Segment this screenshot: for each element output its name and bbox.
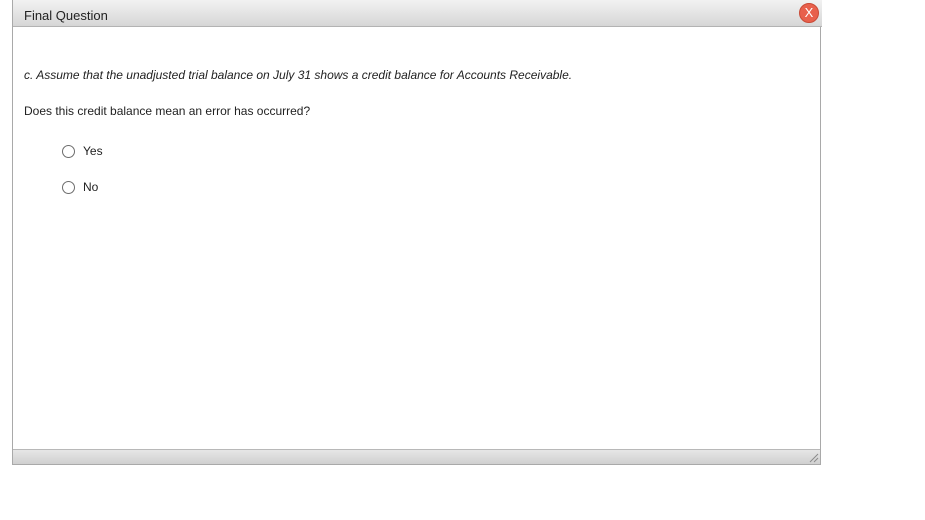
option-yes[interactable]: Yes <box>62 144 103 158</box>
resize-grip-icon[interactable] <box>808 452 819 463</box>
dialog-titlebar[interactable]: Final Question X <box>13 0 822 27</box>
dialog-footer <box>13 449 820 464</box>
close-button[interactable]: X <box>799 3 819 23</box>
radio-yes[interactable] <box>62 144 75 158</box>
option-no[interactable]: No <box>62 180 98 194</box>
dialog-content: c. Assume that the unadjusted trial bala… <box>13 27 822 449</box>
final-question-dialog: Final Question X c. Assume that the unad… <box>12 0 822 465</box>
option-no-label: No <box>83 180 99 194</box>
radio-no[interactable] <box>62 180 75 194</box>
question-text: Does this credit balance mean an error h… <box>24 104 311 118</box>
question-prompt: c. Assume that the unadjusted trial bala… <box>24 68 573 82</box>
close-icon: X <box>804 5 814 20</box>
dialog-title: Final Question <box>24 8 108 23</box>
option-yes-label: Yes <box>83 144 103 158</box>
